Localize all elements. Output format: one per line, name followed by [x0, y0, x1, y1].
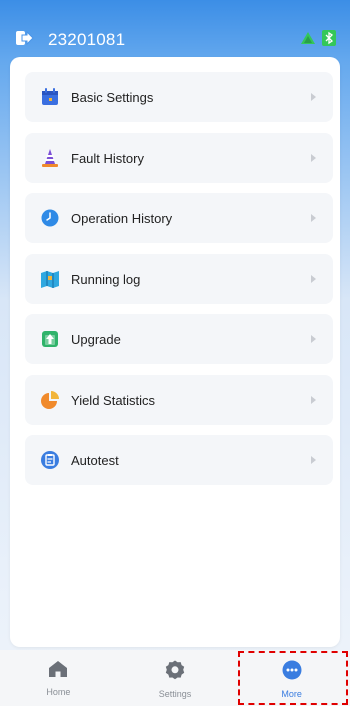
- chevron-right-icon: [309, 274, 317, 284]
- calendar-settings-icon: [39, 86, 61, 108]
- traffic-cone-icon: [39, 147, 61, 169]
- tab-home[interactable]: Home: [0, 650, 117, 706]
- menu-item-upgrade[interactable]: Upgrade: [25, 314, 333, 364]
- menu-item-yield-statistics[interactable]: Yield Statistics: [25, 375, 333, 425]
- menu-item-label: Upgrade: [71, 331, 121, 347]
- menu-card: Basic Settings Fault History Operation H…: [10, 57, 340, 647]
- header: 23201081: [0, 0, 350, 56]
- menu-item-label: Yield Statistics: [71, 392, 156, 408]
- chevron-right-icon: [309, 213, 317, 223]
- tab-label: Home: [46, 687, 71, 697]
- tab-label: Settings: [158, 689, 192, 699]
- status-icons: [300, 30, 336, 51]
- screen: 23201081 Basic Settings Fault History Op…: [0, 0, 350, 706]
- clock-icon: [39, 207, 61, 229]
- exit-icon[interactable]: [14, 29, 36, 47]
- bluetooth-icon: [322, 30, 336, 51]
- home-icon: [48, 660, 68, 683]
- chevron-right-icon: [309, 92, 317, 102]
- chevron-right-icon: [309, 153, 317, 163]
- menu-item-operation-history[interactable]: Operation History: [25, 193, 333, 243]
- chevron-right-icon: [309, 395, 317, 405]
- signal-icon: [300, 31, 316, 50]
- map-icon: [39, 268, 61, 290]
- menu-item-autotest[interactable]: Autotest: [25, 435, 333, 485]
- menu-item-label: Operation History: [71, 210, 173, 226]
- menu-item-basic-settings[interactable]: Basic Settings: [25, 72, 333, 122]
- menu-item-label: Autotest: [71, 452, 119, 468]
- menu-item-label: Fault History: [71, 150, 144, 166]
- gear-icon: [165, 660, 185, 685]
- chevron-right-icon: [309, 334, 317, 344]
- chevron-right-icon: [309, 455, 317, 465]
- clipboard-icon: [39, 449, 61, 471]
- tab-settings[interactable]: Settings: [117, 650, 234, 706]
- device-id: 23201081: [48, 30, 126, 49]
- menu-item-fault-history[interactable]: Fault History: [25, 133, 333, 183]
- upgrade-icon: [39, 328, 61, 350]
- menu-item-label: Basic Settings: [71, 89, 154, 105]
- pie-chart-icon: [39, 389, 61, 411]
- menu-item-running-log[interactable]: Running log: [25, 254, 333, 304]
- highlight-box: [238, 651, 348, 705]
- menu-item-label: Running log: [71, 271, 141, 287]
